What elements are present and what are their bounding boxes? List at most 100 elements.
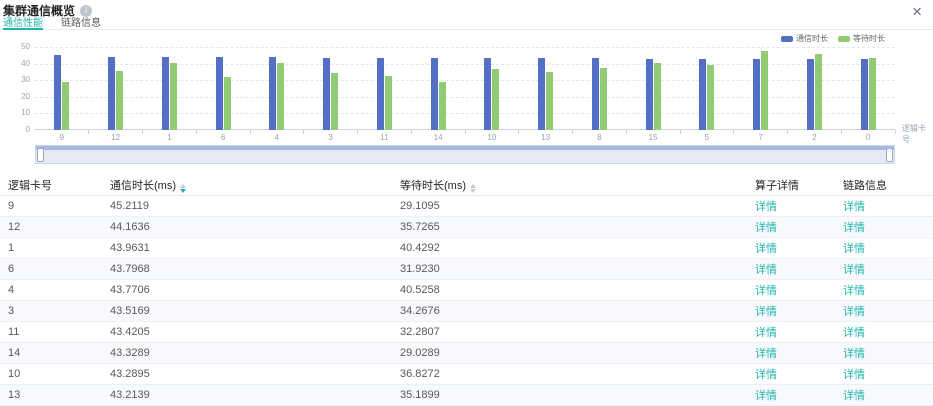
bar-wait-series[interactable] bbox=[277, 63, 284, 130]
bar-wait-series[interactable] bbox=[654, 63, 661, 130]
bar-comm-series[interactable] bbox=[162, 57, 169, 130]
operator-details-link-cell: 详情 bbox=[755, 387, 843, 403]
bar-wait-series[interactable] bbox=[62, 82, 69, 130]
table-header-cell[interactable]: 等待时长(ms) bbox=[400, 177, 755, 193]
bar-wait-series[interactable] bbox=[492, 69, 499, 130]
link-info-link[interactable]: 详情 bbox=[843, 306, 865, 318]
bar-comm-series[interactable] bbox=[861, 59, 868, 130]
bar-comm-series[interactable] bbox=[484, 58, 491, 130]
bar-comm-series[interactable] bbox=[108, 57, 115, 130]
bar-wait-series[interactable] bbox=[815, 54, 822, 130]
link-info-link[interactable]: 详情 bbox=[843, 222, 865, 234]
bar-wait-series[interactable] bbox=[707, 65, 714, 130]
bar-comm-series[interactable] bbox=[54, 55, 61, 130]
table-row: 1443.328929.0289详情详情 bbox=[0, 343, 933, 364]
datazoom-slider[interactable] bbox=[35, 145, 895, 164]
table-row: 343.516934.2676详情详情 bbox=[0, 301, 933, 322]
table-header-cell[interactable]: 通信时长(ms) bbox=[110, 177, 400, 193]
bar-comm-series[interactable] bbox=[269, 57, 276, 130]
link-info-link-cell: 详情 bbox=[843, 366, 933, 382]
bar-wait-series[interactable] bbox=[761, 51, 768, 130]
x-axis-tick-label: 4 bbox=[250, 133, 304, 142]
cluster-communication-overview-panel: 集群通信概览 i × 通信性能 链路信息 通信时长等待时长 0102030405… bbox=[0, 0, 933, 406]
wait-duration-cell: 35.1899 bbox=[400, 389, 755, 401]
bar-wait-series[interactable] bbox=[546, 72, 553, 130]
bar-wait-series[interactable] bbox=[869, 58, 876, 130]
bar-comm-series[interactable] bbox=[592, 58, 599, 130]
sort-icon[interactable] bbox=[470, 184, 476, 193]
bar-comm-series[interactable] bbox=[753, 59, 760, 130]
wait-duration-cell: 29.0289 bbox=[400, 347, 755, 359]
bar-comm-series[interactable] bbox=[216, 57, 223, 130]
card-number-cell: 9 bbox=[0, 200, 110, 212]
bar-comm-series[interactable] bbox=[538, 58, 545, 130]
bar-group: 5 bbox=[680, 47, 734, 130]
legend-item-comm[interactable]: 通信时长 bbox=[781, 33, 828, 44]
operator-details-link[interactable]: 详情 bbox=[755, 348, 777, 360]
link-info-link[interactable]: 详情 bbox=[843, 369, 865, 381]
column-label: 逻辑卡号 bbox=[8, 180, 52, 192]
operator-details-link-cell: 详情 bbox=[755, 198, 843, 214]
link-info-link[interactable]: 详情 bbox=[843, 201, 865, 213]
sort-icon[interactable] bbox=[180, 184, 186, 193]
table-row: 945.211929.1095详情详情 bbox=[0, 196, 933, 217]
link-info-link[interactable]: 详情 bbox=[843, 285, 865, 297]
bar-comm-series[interactable] bbox=[323, 58, 330, 130]
table-body: 945.211929.1095详情详情1244.163635.7265详情详情1… bbox=[0, 196, 933, 406]
y-axis-tick-label: 30 bbox=[0, 75, 30, 84]
x-axis-tick-label: 0 bbox=[841, 133, 895, 142]
link-info-link[interactable]: 详情 bbox=[843, 264, 865, 276]
bar-wait-series[interactable] bbox=[439, 82, 446, 130]
bar-group: 13 bbox=[519, 47, 573, 130]
bar-wait-series[interactable] bbox=[385, 76, 392, 130]
column-label: 通信时长(ms) bbox=[110, 180, 176, 192]
operator-details-link[interactable]: 详情 bbox=[755, 369, 777, 381]
bar-comm-series[interactable] bbox=[646, 59, 653, 131]
operator-details-link[interactable]: 详情 bbox=[755, 390, 777, 402]
card-number-cell: 11 bbox=[0, 326, 110, 338]
link-info-link-cell: 详情 bbox=[843, 324, 933, 340]
y-axis-tick-label: 50 bbox=[0, 42, 30, 51]
legend-item-wait[interactable]: 等待时长 bbox=[838, 33, 885, 44]
y-axis-tick-label: 40 bbox=[0, 59, 30, 68]
legend-label: 通信时长 bbox=[796, 33, 828, 44]
x-axis-tick-label: 3 bbox=[304, 133, 358, 142]
operator-details-link[interactable]: 详情 bbox=[755, 285, 777, 297]
link-info-link[interactable]: 详情 bbox=[843, 390, 865, 402]
link-info-link[interactable]: 详情 bbox=[843, 348, 865, 360]
tab-link-info[interactable]: 链路信息 bbox=[61, 14, 101, 29]
bar-group: 8 bbox=[573, 47, 627, 130]
x-axis-tick-label: 5 bbox=[680, 133, 734, 142]
comm-duration-cell: 43.5169 bbox=[110, 305, 400, 317]
operator-details-link[interactable]: 详情 bbox=[755, 201, 777, 213]
comm-duration-cell: 43.2139 bbox=[110, 389, 400, 401]
operator-details-link[interactable]: 详情 bbox=[755, 327, 777, 339]
table-header-cell: 链路信息 bbox=[843, 177, 933, 193]
operator-details-link[interactable]: 详情 bbox=[755, 222, 777, 234]
bar-wait-series[interactable] bbox=[170, 63, 177, 130]
table-row: 1244.163635.7265详情详情 bbox=[0, 217, 933, 238]
bar-group: 3 bbox=[304, 47, 358, 130]
link-info-link-cell: 详情 bbox=[843, 240, 933, 256]
bar-wait-series[interactable] bbox=[600, 68, 607, 130]
bar-comm-series[interactable] bbox=[807, 59, 814, 130]
link-info-link[interactable]: 详情 bbox=[843, 327, 865, 339]
bar-wait-series[interactable] bbox=[224, 77, 231, 130]
datazoom-right-handle[interactable] bbox=[886, 148, 893, 162]
bar-comm-series[interactable] bbox=[431, 58, 438, 130]
x-axis-tick-label: 2 bbox=[788, 133, 842, 142]
bar-wait-series[interactable] bbox=[116, 71, 123, 130]
bar-comm-series[interactable] bbox=[699, 59, 706, 130]
bar-group: 2 bbox=[788, 47, 842, 130]
operator-details-link[interactable]: 详情 bbox=[755, 264, 777, 276]
sort-desc-icon bbox=[470, 189, 476, 193]
operator-details-link-cell: 详情 bbox=[755, 366, 843, 382]
link-info-link[interactable]: 详情 bbox=[843, 243, 865, 255]
bar-comm-series[interactable] bbox=[377, 58, 384, 130]
bar-wait-series[interactable] bbox=[331, 73, 338, 130]
tab-communication-performance[interactable]: 通信性能 bbox=[3, 14, 43, 30]
datazoom-left-handle[interactable] bbox=[37, 148, 44, 162]
card-number-cell: 10 bbox=[0, 368, 110, 380]
operator-details-link[interactable]: 详情 bbox=[755, 243, 777, 255]
operator-details-link[interactable]: 详情 bbox=[755, 306, 777, 318]
